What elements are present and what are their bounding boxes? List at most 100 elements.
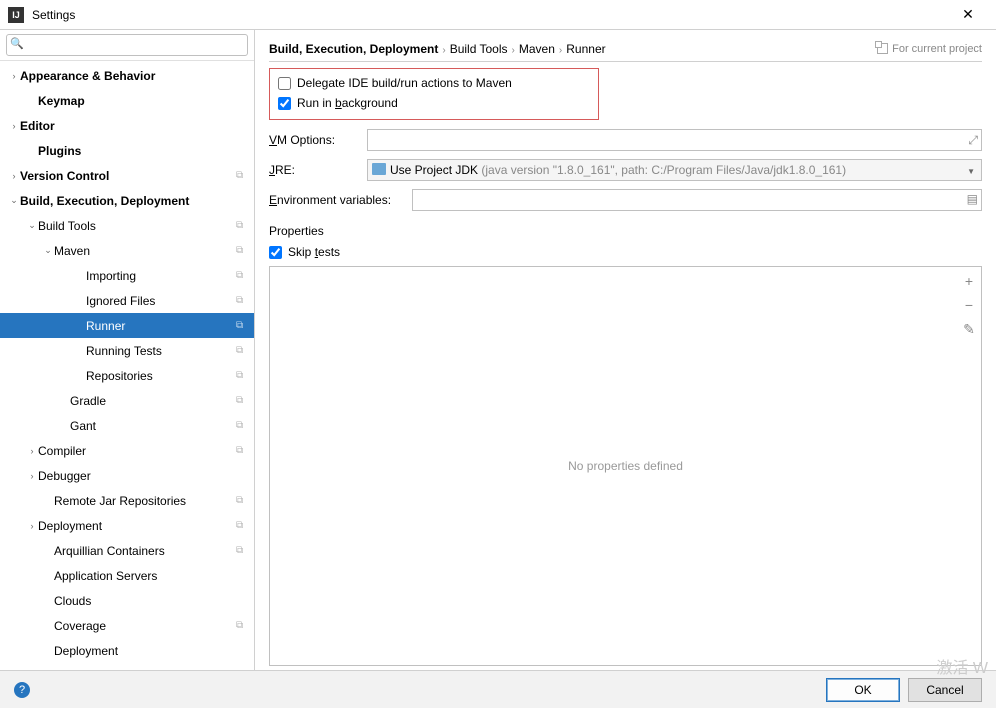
tree-item-coverage[interactable]: Coverage⧉ [0, 613, 254, 638]
tree-item-runner[interactable]: Runner⧉ [0, 313, 254, 338]
skip-tests-label[interactable]: Skip tests [288, 245, 340, 259]
breadcrumb-item[interactable]: Build, Execution, Deployment [269, 42, 438, 56]
project-scope-icon: ⧉ [236, 220, 248, 232]
tree-item-appearance-behavior[interactable]: ›Appearance & Behavior [0, 63, 254, 88]
tree-item-gradle[interactable]: Gradle⧉ [0, 388, 254, 413]
delegate-checkbox[interactable] [278, 77, 291, 90]
properties-empty-text: No properties defined [568, 459, 683, 473]
tree-item-arquillian-containers[interactable]: Arquillian Containers⧉ [0, 538, 254, 563]
tree-item-label: Gradle [70, 394, 236, 408]
project-scope-icon: ⧉ [236, 320, 248, 332]
expand-icon[interactable]: ⤢ [968, 133, 978, 148]
folder-icon [372, 163, 386, 175]
tree-item-label: Repositories [86, 369, 236, 383]
tree-item-label: Keymap [38, 94, 248, 108]
tree-item-label: Build, Execution, Deployment [20, 194, 248, 208]
tree-arrow-icon: ⌄ [8, 195, 20, 206]
breadcrumb-item[interactable]: Maven [519, 42, 555, 56]
jre-label: JRE: [269, 163, 359, 177]
tree-item-compiler[interactable]: ›Compiler⧉ [0, 438, 254, 463]
close-button[interactable]: ✕ [948, 6, 988, 23]
background-label[interactable]: Run in background [297, 96, 398, 110]
project-scope-icon: ⧉ [236, 520, 248, 532]
tree-arrow-icon: › [26, 521, 38, 531]
tree-item-version-control[interactable]: ›Version Control⧉ [0, 163, 254, 188]
tree-item-label: Build Tools [38, 219, 236, 233]
scope-label: For current project [877, 43, 982, 55]
project-scope-icon: ⧉ [236, 245, 248, 257]
background-checkbox[interactable] [278, 97, 291, 110]
vm-options-input[interactable] [367, 129, 982, 151]
settings-tree[interactable]: ›Appearance & BehaviorKeymap›EditorPlugi… [0, 61, 254, 670]
env-vars-label: Environment variables: [269, 193, 404, 207]
help-button[interactable]: ? [14, 682, 30, 698]
tree-item-editor[interactable]: ›Editor [0, 113, 254, 138]
vm-options-label: VM Options: [269, 133, 359, 147]
tree-item-label: Application Servers [54, 569, 248, 583]
tree-item-build-execution-deployment[interactable]: ⌄Build, Execution, Deployment [0, 188, 254, 213]
project-scope-icon [877, 43, 888, 54]
ok-button[interactable]: OK [826, 678, 900, 702]
tree-item-label: Remote Jar Repositories [54, 494, 236, 508]
tree-item-label: Importing [86, 269, 236, 283]
tree-item-label: Deployment [54, 644, 248, 658]
tree-item-clouds[interactable]: Clouds [0, 588, 254, 613]
tree-item-debugger[interactable]: ›Debugger [0, 463, 254, 488]
tree-item-remote-jar-repositories[interactable]: Remote Jar Repositories⧉ [0, 488, 254, 513]
tree-item-build-tools[interactable]: ⌄Build Tools⧉ [0, 213, 254, 238]
tree-arrow-icon: › [26, 446, 38, 456]
tree-arrow-icon: ⌄ [26, 220, 38, 231]
tree-item-deployment[interactable]: Deployment [0, 638, 254, 663]
breadcrumb: Build, Execution, Deployment › Build Tools… [269, 42, 865, 56]
breadcrumb-separator: › [512, 45, 515, 56]
breadcrumb-separator: › [559, 45, 562, 56]
tree-item-label: Appearance & Behavior [20, 69, 248, 83]
tree-item-label: Running Tests [86, 344, 236, 358]
tree-item-label: Ignored Files [86, 294, 236, 308]
tree-item-gant[interactable]: Gant⧉ [0, 413, 254, 438]
edit-property-button[interactable]: ✎ [961, 321, 977, 338]
sidebar: 🔍 ›Appearance & BehaviorKeymap›EditorPlu… [0, 30, 255, 670]
tree-item-deployment[interactable]: ›Deployment⧉ [0, 513, 254, 538]
jre-select[interactable]: Use Project JDK (java version "1.8.0_161… [367, 159, 982, 181]
search-icon: 🔍 [10, 37, 24, 50]
tree-item-label: Plugins [38, 144, 248, 158]
tree-arrow-icon: › [8, 171, 20, 181]
project-scope-icon: ⧉ [236, 420, 248, 432]
tree-item-keymap[interactable]: Keymap [0, 88, 254, 113]
tree-item-label: Clouds [54, 594, 248, 608]
window-title: Settings [32, 8, 948, 22]
project-scope-icon: ⧉ [236, 545, 248, 557]
tree-item-label: Runner [86, 319, 236, 333]
add-property-button[interactable]: + [961, 273, 977, 289]
project-scope-icon: ⧉ [236, 370, 248, 382]
tree-arrow-icon: ⌄ [42, 245, 54, 256]
tree-item-maven[interactable]: ⌄Maven⧉ [0, 238, 254, 263]
tree-item-ignored-files[interactable]: Ignored Files⧉ [0, 288, 254, 313]
project-scope-icon: ⧉ [236, 295, 248, 307]
tree-item-importing[interactable]: Importing⧉ [0, 263, 254, 288]
properties-label: Properties [269, 224, 982, 238]
tree-arrow-icon: › [26, 471, 38, 481]
project-scope-icon: ⧉ [236, 445, 248, 457]
tree-item-label: Editor [20, 119, 248, 133]
tree-item-repositories[interactable]: Repositories⧉ [0, 363, 254, 388]
properties-box: No properties defined + − ✎ [269, 266, 982, 666]
breadcrumb-item[interactable]: Build Tools [450, 42, 508, 56]
cancel-button[interactable]: Cancel [908, 678, 982, 702]
skip-tests-checkbox[interactable] [269, 246, 282, 259]
project-scope-icon: ⧉ [236, 620, 248, 632]
tree-item-running-tests[interactable]: Running Tests⧉ [0, 338, 254, 363]
delegate-label[interactable]: Delegate IDE build/run actions to Maven [297, 76, 512, 90]
search-input[interactable] [6, 34, 248, 56]
tree-item-label: Version Control [20, 169, 236, 183]
tree-item-plugins[interactable]: Plugins [0, 138, 254, 163]
list-icon[interactable]: ▤ [967, 192, 978, 206]
remove-property-button[interactable]: − [961, 297, 977, 313]
breadcrumb-item[interactable]: Runner [566, 42, 605, 56]
tree-item-application-servers[interactable]: Application Servers [0, 563, 254, 588]
env-vars-input[interactable] [412, 189, 982, 211]
tree-item-label: Debugger [38, 469, 248, 483]
content-panel: Build, Execution, Deployment › Build Tools… [255, 30, 996, 670]
project-scope-icon: ⧉ [236, 270, 248, 282]
